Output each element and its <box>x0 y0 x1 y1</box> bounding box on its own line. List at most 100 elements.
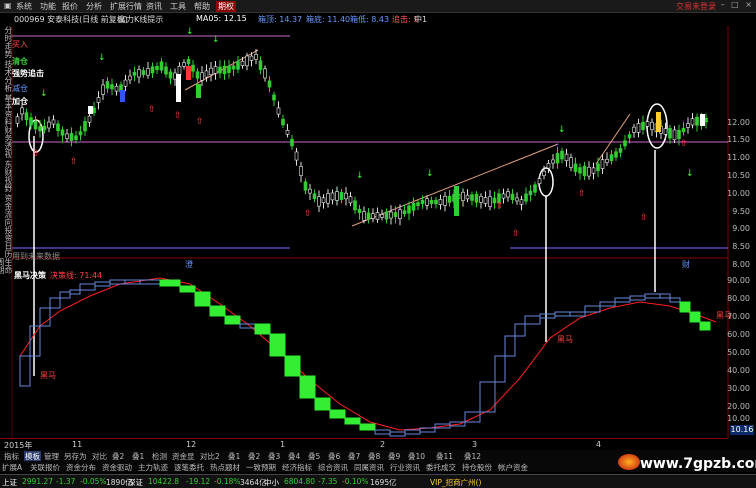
candle <box>398 209 402 219</box>
sh-label[interactable]: 上证 <box>2 477 17 488</box>
menu-item-ext-market[interactable]: 扩展行情 <box>110 1 142 12</box>
extension-tab[interactable]: 资金驱动 <box>102 462 132 473</box>
indicator-step <box>194 291 211 307</box>
candle <box>582 165 587 177</box>
mid-flag: 中1 <box>414 15 428 24</box>
extension-tab[interactable]: 主力轨迹 <box>138 462 168 473</box>
candle <box>110 84 114 90</box>
indicator-step <box>669 297 681 303</box>
candle <box>402 210 407 215</box>
indicator-step <box>554 311 571 317</box>
candle <box>182 62 186 67</box>
box-low: 箱低: 8.43 <box>350 15 390 24</box>
extension-tab[interactable]: 同属资讯 <box>354 462 384 473</box>
menu-item-function[interactable]: 功能 <box>40 1 56 12</box>
candle <box>645 121 650 127</box>
candle <box>533 184 537 193</box>
lower-tick: 10.00 <box>727 414 750 423</box>
candle <box>560 150 564 160</box>
sz-label[interactable]: 深证 <box>128 477 143 488</box>
extension-tab[interactable]: 扩展A <box>2 462 22 473</box>
buy-arrow-icon: ⇧ <box>680 139 688 149</box>
sz-pct: -0.18% <box>214 477 241 486</box>
extension-tab[interactable]: 持仓股份 <box>462 462 492 473</box>
lower-tick: 50.00 <box>727 348 750 357</box>
black-horse-2: 黑马 <box>557 335 573 344</box>
candle <box>51 119 56 125</box>
highlight-candle <box>88 106 93 114</box>
extension-tab[interactable]: 热点题材 <box>210 462 240 473</box>
menu-item-options[interactable]: 期权 <box>216 1 236 12</box>
extension-tab[interactable]: 关联报价 <box>30 462 60 473</box>
sell-arrow-icon: ↓ <box>426 169 434 179</box>
vip-account[interactable]: VIP_招商广州() <box>430 477 481 488</box>
candle <box>200 72 204 81</box>
extension-tab[interactable]: 综合资讯 <box>318 462 348 473</box>
candle <box>389 211 393 219</box>
candle <box>357 209 362 213</box>
menu-item-help[interactable]: 帮助 <box>194 1 210 12</box>
menu-item-analysis[interactable]: 分析 <box>86 1 102 12</box>
buy-arrow-icon: ⇧ <box>640 213 648 223</box>
menu-bar: ▣ 系统 功能 报价 分析 扩展行情 资讯 工具 帮助 期权 交易未登录 – □… <box>0 0 756 13</box>
candle <box>668 127 672 139</box>
buy-arrow-icon: ⇧ <box>32 149 40 159</box>
candle <box>168 71 173 79</box>
signal-buy-in: 买入 <box>12 40 28 49</box>
candle <box>83 121 87 132</box>
indicator-step <box>679 301 691 313</box>
date-label: 11 <box>72 440 83 449</box>
candle <box>263 68 267 79</box>
current-value-badge: 10.16 <box>730 425 754 435</box>
app-logo-icon[interactable]: ▣ <box>4 1 12 10</box>
candle <box>294 151 299 161</box>
buy-arrow-icon: ⇧ <box>496 201 504 211</box>
indicator-info-row: 000969 安泰科技(日线 前复权) 富力K线提示 MA05: 12.15 箱… <box>0 13 756 25</box>
candle <box>240 60 245 66</box>
extension-tab[interactable]: 资金分布 <box>66 462 96 473</box>
candle <box>591 167 596 174</box>
candle <box>33 121 38 130</box>
zx-label[interactable]: 中小 <box>264 477 279 488</box>
candle <box>114 85 119 92</box>
indicator-step <box>299 375 316 399</box>
indicator-step <box>504 335 516 357</box>
chart-area[interactable]: ↓ ↓ ↓ ↓ ↓ ↓ ↓ ↓ ⇧ ⇧ ⇧ ⇧ ⇧ ⇧ ⇧ ⇧ ⇧ ⇧ ⇧ <box>0 26 756 438</box>
extension-tab[interactable]: 委托成交 <box>426 462 456 473</box>
lower-tick: 90.00 <box>727 276 750 285</box>
highlight-candle <box>454 186 459 216</box>
candle <box>681 127 686 133</box>
window-controls[interactable]: – □ × <box>721 0 754 9</box>
menu-item-tools[interactable]: 工具 <box>170 1 186 12</box>
menu-item-system[interactable]: 系统 <box>16 1 32 12</box>
candle <box>672 129 677 141</box>
candle <box>308 188 312 194</box>
extension-tab[interactable]: 行业资讯 <box>390 462 420 473</box>
candle <box>344 192 348 200</box>
candle <box>443 195 447 206</box>
price-tick: 8.00 <box>732 260 750 269</box>
trade-login-status[interactable]: 交易未登录 <box>676 1 716 12</box>
extension-tab[interactable]: 一致预期 <box>246 462 276 473</box>
indicator-step <box>629 295 646 301</box>
candle <box>317 196 321 207</box>
indicator-step <box>159 279 181 287</box>
candle <box>56 123 60 131</box>
menu-item-news[interactable]: 资讯 <box>146 1 162 12</box>
buy-arrow-icon: ⇧ <box>70 157 78 167</box>
extension-tab[interactable]: 经济指标 <box>282 462 312 473</box>
indicator-step <box>224 315 241 325</box>
watermark-text: www.7gpzb.com <box>640 456 756 472</box>
candle <box>267 80 272 88</box>
menu-item-quote[interactable]: 报价 <box>62 1 78 12</box>
indicator-step <box>329 409 346 419</box>
candle <box>569 157 573 168</box>
price-tick: 8.50 <box>732 242 750 251</box>
sell-arrow-icon: ↓ <box>98 53 106 63</box>
lower-tick: 40.00 <box>727 366 750 375</box>
candle <box>609 154 614 162</box>
extension-tab[interactable]: 逐笔委托 <box>174 462 204 473</box>
candle <box>213 66 218 74</box>
extension-tab[interactable]: 帐户资金 <box>498 462 528 473</box>
candle <box>105 81 110 89</box>
